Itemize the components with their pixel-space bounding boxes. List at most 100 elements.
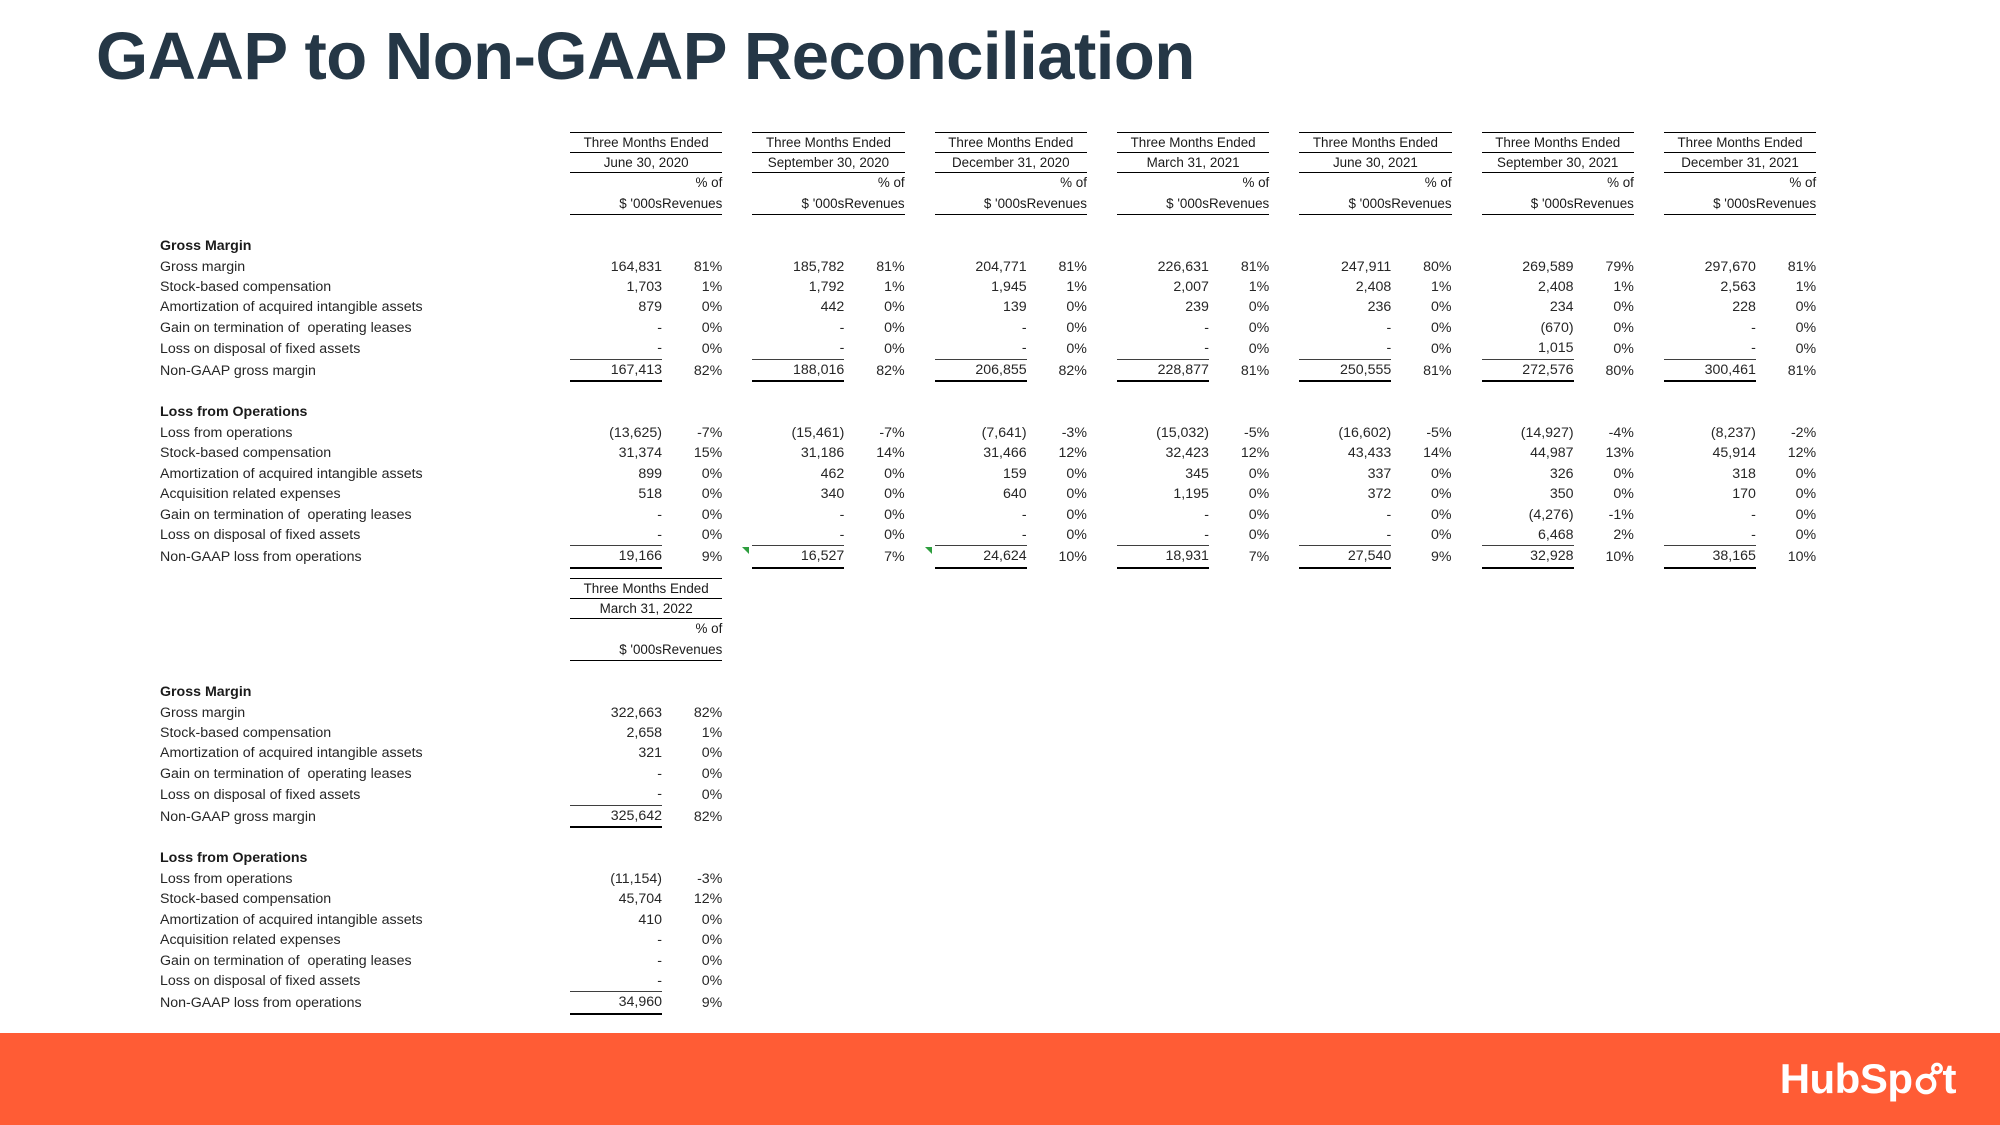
cell-dollars: 462 xyxy=(820,465,845,482)
column-gap xyxy=(540,579,570,599)
column-header-pct-of: % of xyxy=(1607,175,1634,190)
column-gap xyxy=(540,764,570,784)
footer-bar: HubSp t xyxy=(0,1033,2000,1125)
column-gap xyxy=(905,338,935,359)
cell-percent: 0% xyxy=(701,952,723,969)
cell-percent: 0% xyxy=(1066,465,1087,482)
cell-dollars: 185,782 xyxy=(793,258,845,275)
table-row: Gain on termination of operating leases -… xyxy=(160,951,722,971)
header-row-pctof: % of % of % of % of % of % of % of xyxy=(160,173,1817,194)
column-gap xyxy=(1269,525,1299,546)
header-row-units: $ '000s Revenues $ '000s Revenues $ '000s Rev… xyxy=(160,193,1817,215)
row-label: Non-GAAP gross margin xyxy=(160,362,316,379)
cell-percent: 0% xyxy=(1431,486,1452,503)
cell-percent: 0% xyxy=(701,506,723,523)
cell-dollars: 159 xyxy=(1002,465,1027,482)
column-gap xyxy=(1087,257,1117,277)
column-gap xyxy=(905,277,935,297)
row-label: Stock-based compensation xyxy=(160,724,332,741)
cell-percent: 0% xyxy=(884,465,905,482)
header-blank-dollars xyxy=(935,173,1027,194)
column-gap xyxy=(1634,505,1664,525)
cell-percent: 12% xyxy=(693,891,723,908)
header-row-pctof: % of xyxy=(160,619,723,640)
column-gap xyxy=(722,505,752,525)
column-header-period: Three Months Ended xyxy=(1299,132,1452,153)
cell-percent: 0% xyxy=(701,911,723,928)
cell-dollars: - xyxy=(1751,526,1756,543)
header-blank-dollars xyxy=(570,173,662,194)
column-header-period: Three Months Ended xyxy=(752,132,905,153)
row-label: Stock-based compensation xyxy=(160,278,332,295)
cell-percent: 0% xyxy=(1795,299,1817,316)
cell-dollars: 45,914 xyxy=(1712,445,1756,462)
section-heading-row: Gross Margin xyxy=(160,235,1816,257)
column-gap xyxy=(1634,277,1664,297)
cell-percent: 0% xyxy=(1066,340,1087,357)
cell-dollars: 325,642 xyxy=(570,804,662,828)
column-gap xyxy=(1087,464,1117,484)
cell-dollars: 6,468 xyxy=(1538,526,1574,543)
cell-dollars: 1,945 xyxy=(991,278,1027,295)
column-gap xyxy=(1087,318,1117,338)
comment-marker-icon xyxy=(742,547,750,555)
cell-percent: -5% xyxy=(1244,424,1270,441)
cell-dollars: 318 xyxy=(1732,465,1756,482)
column-gap xyxy=(1634,546,1664,568)
column-gap xyxy=(1087,153,1117,173)
cell-dollars: - xyxy=(1204,526,1209,543)
column-gap xyxy=(1452,193,1482,215)
section-heading-filler xyxy=(540,681,722,703)
row-label: Amortization of acquired intangible asse… xyxy=(160,911,423,928)
cell-percent: 0% xyxy=(1613,319,1634,336)
cell-dollars: 167,413 xyxy=(570,358,662,382)
header-blank-dollars xyxy=(1117,173,1209,194)
column-gap xyxy=(905,505,935,525)
column-gap xyxy=(1087,193,1117,215)
cell-percent: -4% xyxy=(1608,424,1634,441)
cell-percent: 81% xyxy=(693,258,723,275)
column-header-revenues: Revenues xyxy=(662,193,723,215)
column-header-revenues: Revenues xyxy=(1391,193,1452,215)
row-label: Loss from operations xyxy=(160,870,293,887)
row-label: Gain on termination of operating leases xyxy=(160,506,412,523)
column-header-date: June 30, 2021 xyxy=(1299,152,1452,173)
row-label: Acquisition related expenses xyxy=(160,932,341,949)
spacer-cell xyxy=(160,661,722,681)
table-row: Acquisition related expenses - 0% xyxy=(160,930,722,950)
cell-dollars: - xyxy=(657,765,662,782)
section-heading: Gross Margin xyxy=(160,237,252,254)
cell-percent: 14% xyxy=(1423,445,1452,462)
cell-percent: 13% xyxy=(1605,445,1634,462)
cell-percent: 82% xyxy=(693,808,723,825)
cell-percent: 0% xyxy=(1795,465,1817,482)
cell-percent: 1% xyxy=(884,278,905,295)
column-gap xyxy=(905,193,935,215)
column-header-dollars: $ '000s xyxy=(1299,193,1392,215)
header-spacer xyxy=(160,173,540,194)
column-gap xyxy=(1087,546,1117,568)
cell-dollars: (16,602) xyxy=(1338,424,1392,441)
column-header-revenues: Revenues xyxy=(844,193,905,215)
column-gap xyxy=(540,889,570,909)
table-row: Gross margin 164,831 81% 185,782 81% 204,771 8… xyxy=(160,257,1816,277)
cell-dollars: 38,165 xyxy=(1663,545,1756,569)
cell-dollars: - xyxy=(657,526,662,543)
cell-dollars: (14,927) xyxy=(1520,424,1574,441)
header-blank-dollars xyxy=(752,173,844,194)
cell-percent: 0% xyxy=(884,527,905,544)
column-gap xyxy=(1452,505,1482,525)
column-header-revenues: Revenues xyxy=(1026,193,1087,215)
column-gap xyxy=(540,443,570,463)
cell-dollars: 206,855 xyxy=(934,358,1027,382)
table-row: Loss on disposal of fixed assets - 0% xyxy=(160,784,722,805)
column-gap xyxy=(540,359,570,381)
cell-dollars: 300,461 xyxy=(1663,358,1756,382)
cell-dollars: 2,408 xyxy=(1538,278,1574,295)
column-gap xyxy=(722,133,752,153)
cell-percent: 0% xyxy=(701,932,723,949)
cell-dollars: 272,576 xyxy=(1481,358,1574,382)
cell-dollars: 32,928 xyxy=(1481,545,1574,569)
total-row: Non-GAAP gross margin 325,642 82% xyxy=(160,804,723,828)
column-gap xyxy=(1634,484,1664,504)
